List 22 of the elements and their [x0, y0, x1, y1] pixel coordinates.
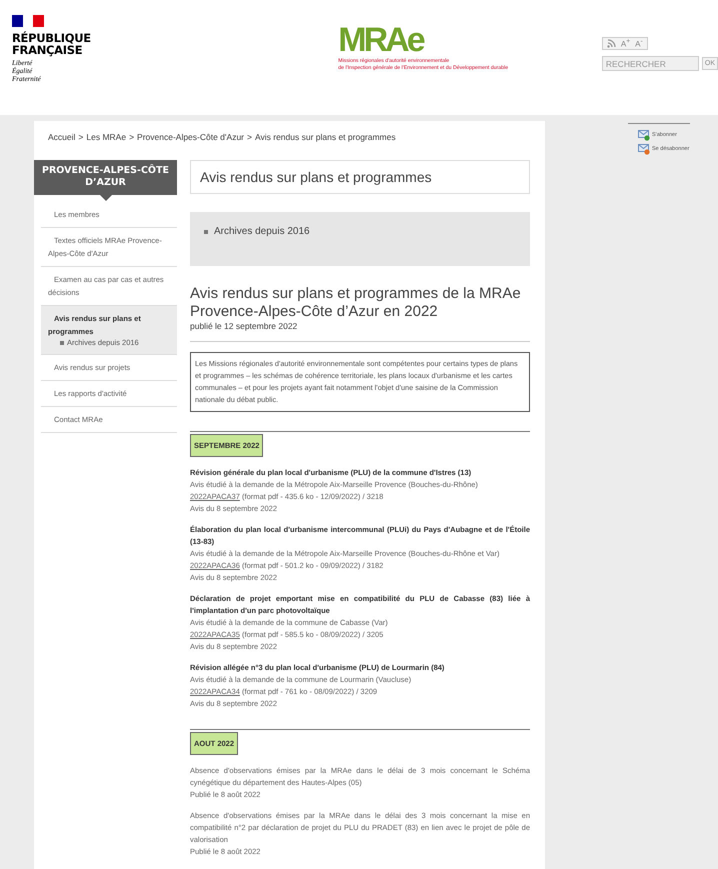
sidebar-header: PROVENCE-ALPES-CÔTE D’AZUR	[34, 160, 177, 194]
search-field[interactable]: RECHERCHER	[602, 56, 699, 71]
breadcrumb-separator: >	[78, 132, 84, 142]
breadcrumb-link[interactable]: Les MRAe	[86, 132, 126, 142]
font-size-button[interactable]: A$^{-}$	[635, 38, 643, 49]
breadcrumb-link[interactable]: Accueil	[48, 132, 76, 142]
breadcrumb-link[interactable]: Avis rendus sur plans et programmes	[254, 132, 396, 142]
publication-date: publié le 12 septembre 2022	[190, 321, 530, 342]
font-size-button[interactable]: A$^{+}$	[620, 38, 630, 49]
archives-link[interactable]: Archives depuis 2016	[214, 226, 310, 237]
breadcrumb-separator: >	[129, 132, 134, 142]
article-title: Avis rendus sur plans et programmes de la MRAe Provence-Alpes-Côte d’Azur en 2022	[190, 285, 522, 321]
mail-icon	[638, 144, 650, 154]
breadcrumb-separator: >	[247, 132, 252, 142]
flag-icon	[12, 15, 44, 27]
rss-icon[interactable]	[606, 39, 616, 48]
republic-name: RÉPUBLIQUE FRANÇAISE	[12, 32, 92, 56]
mail-icon	[638, 130, 650, 140]
breadcrumb-link[interactable]: Provence-Alpes-Côte d'Azur	[137, 132, 244, 142]
bullet-icon	[60, 341, 64, 345]
bullet-icon	[204, 230, 208, 234]
page-title: Avis rendus sur plans et programmes	[190, 160, 530, 194]
